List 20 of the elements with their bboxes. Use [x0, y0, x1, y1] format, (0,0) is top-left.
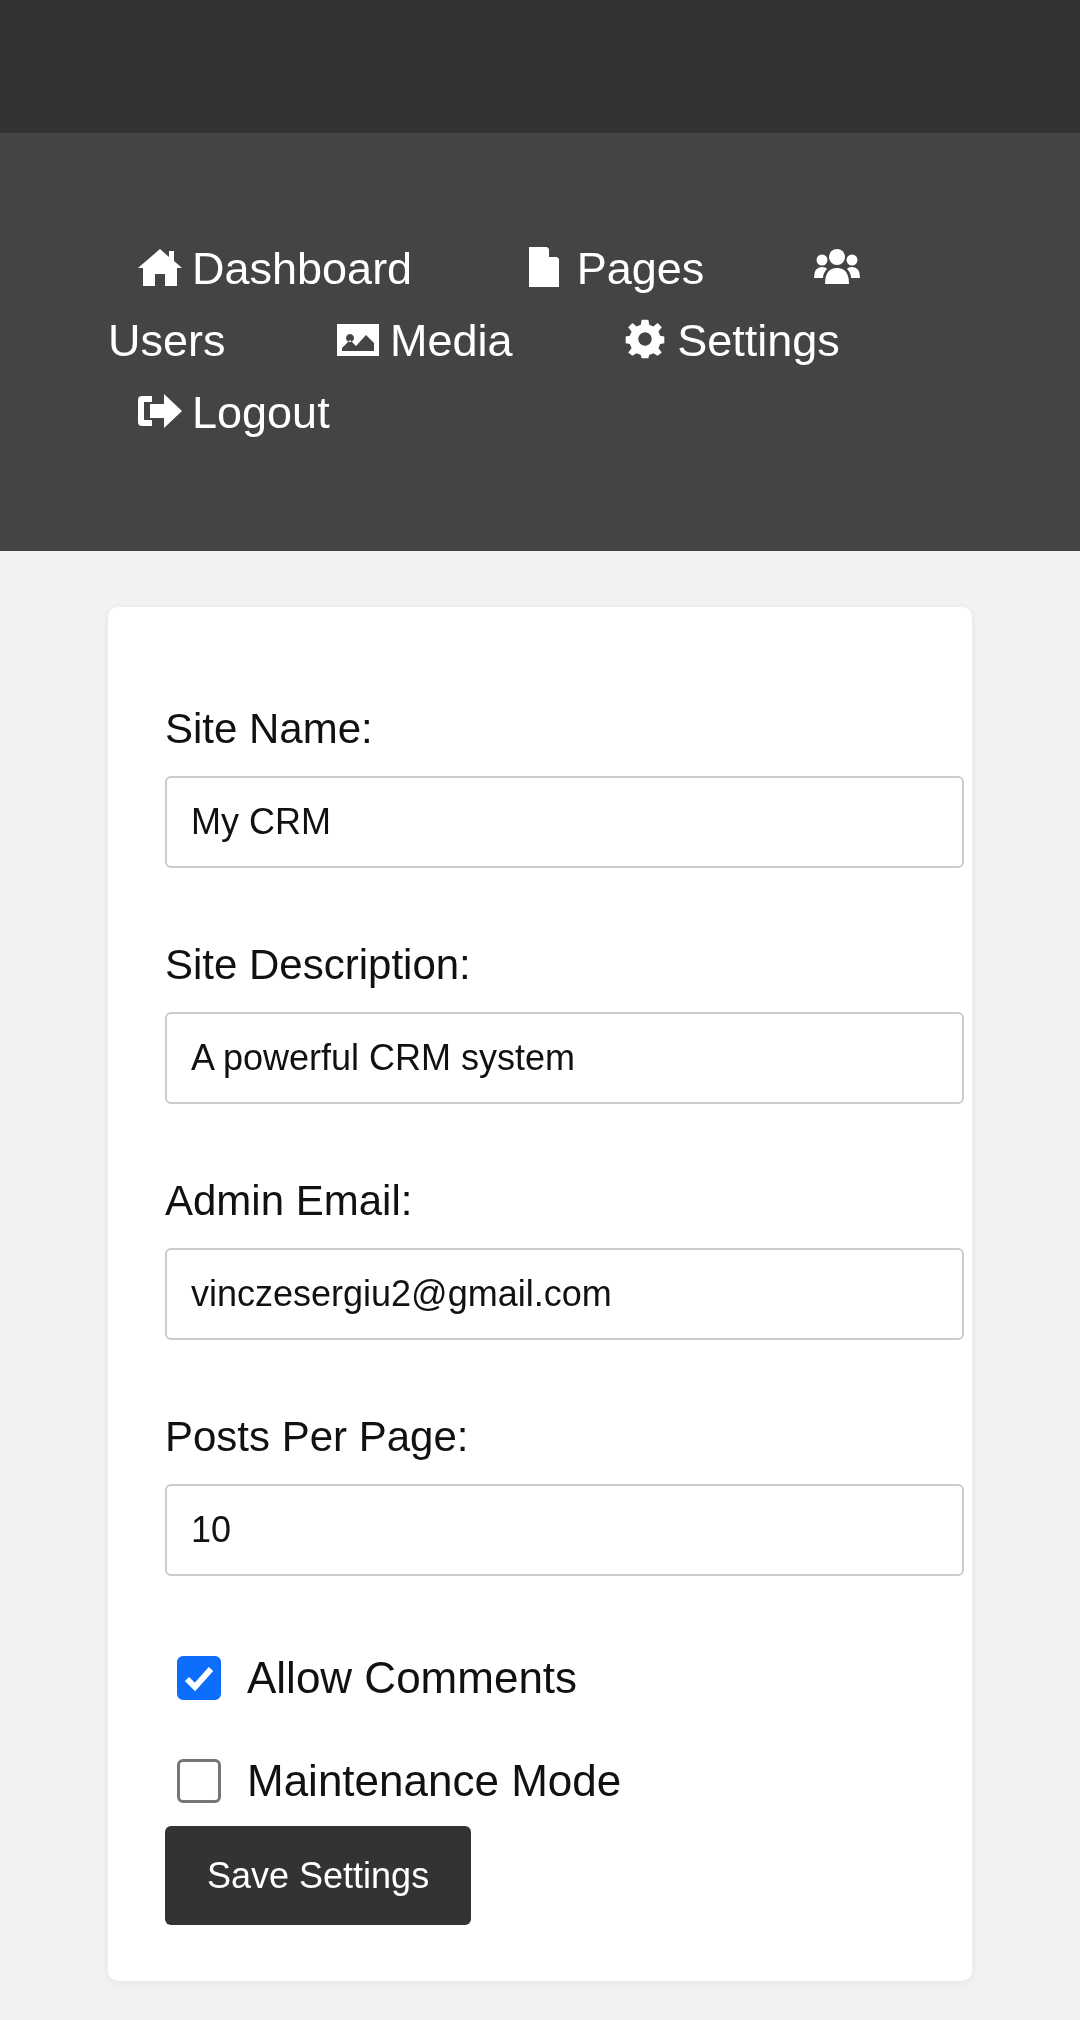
home-icon[interactable] [136, 246, 184, 288]
checkbox[interactable] [177, 1656, 221, 1700]
field-label: Site Description: [165, 940, 472, 990]
nav-link[interactable]: Users [108, 315, 226, 366]
field-label: Posts Per Page: [165, 1412, 470, 1462]
nav-link[interactable]: Pages [576, 243, 705, 294]
nav-link[interactable]: Settings [677, 315, 840, 366]
save-button[interactable]: Save Settings [165, 1826, 472, 1925]
nav-link[interactable]: Logout [192, 387, 330, 438]
field-label: Admin Email: [165, 1176, 414, 1226]
nav-link[interactable]: Dashboard [192, 243, 413, 294]
input-field[interactable]: A powerful CRM system [165, 1012, 964, 1104]
input-field[interactable]: My CRM [165, 776, 964, 868]
nav-link[interactable]: Media [390, 315, 513, 366]
checkbox-label: Allow Comments [247, 1652, 578, 1704]
checkbox-label: Maintenance Mode [247, 1755, 622, 1807]
field-label: Site Name: [165, 704, 374, 754]
input-field[interactable]: 10 [165, 1484, 964, 1576]
input-field[interactable]: vinczesergiu2@gmail.com [165, 1248, 964, 1340]
checkbox[interactable] [177, 1759, 221, 1803]
